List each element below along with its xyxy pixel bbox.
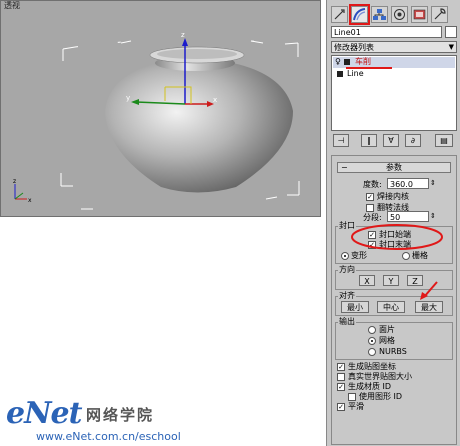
grid-label: 栅格 — [412, 251, 428, 260]
pot-body — [105, 63, 293, 193]
utilities-tab[interactable] — [431, 6, 448, 23]
nurbs-radio[interactable] — [368, 348, 376, 356]
create-tab[interactable] — [331, 6, 348, 23]
svg-text:z: z — [13, 178, 16, 185]
stack-item-line-label: Line — [347, 69, 364, 78]
segments-field[interactable]: 50 — [387, 211, 429, 222]
align-max-annotation-arrow — [420, 281, 438, 300]
command-panel: Line01 修改器列表 ▼ ♀ 车削 Line ⊣ ‖ ∀ ∂ ▤ − 参数 … — [326, 0, 460, 446]
mesh-label: 网格 — [379, 336, 395, 345]
modifier-stack: ♀ 车削 Line — [331, 55, 457, 131]
parameters-rollout-header[interactable]: − 参数 — [337, 162, 451, 173]
display-tab[interactable] — [411, 6, 428, 23]
use-shape-ids-checkbox[interactable] — [348, 393, 356, 401]
grid-radio[interactable] — [402, 252, 410, 260]
motion-icon — [394, 9, 405, 20]
smooth-checkbox[interactable]: ✓ — [337, 403, 345, 411]
degrees-label: 度数: — [363, 180, 382, 189]
remove-modifier-icon[interactable]: ∂ — [405, 134, 421, 147]
watermark-url: www.eNet.com.cn/eschool — [36, 430, 181, 443]
hierarchy-icon — [373, 9, 386, 20]
stack-item-line[interactable]: Line — [333, 69, 455, 80]
make-unique-icon[interactable]: ∀ — [383, 134, 399, 147]
direction-y-button[interactable]: Y — [383, 275, 399, 286]
hierarchy-tab[interactable] — [371, 6, 388, 23]
stack-annotation-underline — [346, 67, 392, 69]
pin-stack-icon[interactable]: ⊣ — [333, 134, 349, 147]
svg-text:z: z — [181, 31, 185, 39]
svg-text:y: y — [126, 94, 130, 102]
flip-normals-checkbox[interactable] — [366, 204, 374, 212]
gen-mapping-checkbox[interactable]: ✓ — [337, 363, 345, 371]
stack-toolbar: ⊣ ‖ ∀ ∂ ▤ — [331, 134, 457, 148]
degrees-spinner-icon[interactable]: ⇕ — [430, 178, 436, 188]
align-min-button[interactable]: 最小 — [341, 301, 369, 313]
enet-logo: eNet — [6, 396, 82, 431]
align-max-button[interactable]: 最大 — [415, 301, 443, 313]
patch-label: 面片 — [379, 325, 395, 334]
modifier-list-dropdown[interactable]: 修改器列表 ▼ — [331, 41, 457, 53]
align-title: 对齐 — [338, 291, 356, 300]
morph-radio[interactable] — [341, 252, 349, 260]
collapse-icon: − — [341, 163, 348, 172]
display-icon — [413, 9, 426, 20]
gen-mat-ids-checkbox[interactable]: ✓ — [337, 383, 345, 391]
morph-label: 变形 — [351, 251, 367, 260]
expand-icon — [344, 59, 350, 65]
degrees-field[interactable]: 360.0 — [387, 178, 429, 189]
enet-school-text: 网络学院 — [86, 406, 155, 424]
perspective-viewport[interactable]: z x y z x 透视 — [0, 0, 321, 217]
svg-text:x: x — [213, 96, 217, 104]
viewport-canvas: z x y z x — [13, 31, 300, 210]
show-end-result-icon[interactable]: ‖ — [361, 134, 377, 147]
align-center-button[interactable]: 中心 — [377, 301, 405, 313]
direction-title: 方向 — [338, 265, 356, 274]
rollout-title: 参数 — [386, 163, 402, 172]
motion-tab[interactable] — [391, 6, 408, 23]
real-world-label: 真实世界贴图大小 — [348, 372, 412, 381]
chevron-down-icon: ▼ — [448, 43, 454, 51]
patch-radio[interactable] — [368, 326, 376, 334]
expand-icon — [337, 71, 343, 77]
capping-annotation-ellipse — [351, 224, 443, 250]
weld-core-checkbox[interactable]: ✓ — [366, 193, 374, 201]
modifier-list-label: 修改器列表 — [334, 43, 374, 52]
lightbulb-icon: ♀ — [335, 57, 341, 66]
weld-core-label: 焊接内核 — [377, 192, 409, 201]
viewport-label[interactable]: 透视 — [4, 0, 20, 11]
nurbs-label: NURBS — [379, 347, 407, 356]
output-title: 输出 — [338, 317, 356, 326]
svg-text:x: x — [28, 197, 32, 204]
use-shape-ids-label: 使用图形 ID — [359, 392, 403, 401]
real-world-checkbox[interactable] — [337, 373, 345, 381]
segments-spinner-icon[interactable]: ⇕ — [430, 211, 436, 221]
stack-item-lathe-label: 车削 — [355, 57, 371, 66]
configure-sets-icon[interactable]: ▤ — [435, 134, 453, 147]
object-name-field[interactable]: Line01 — [331, 26, 442, 38]
create-icon — [334, 9, 345, 20]
direction-x-button[interactable]: X — [359, 275, 375, 286]
smooth-label: 平滑 — [348, 402, 364, 411]
world-axis-tripod: z x — [13, 178, 32, 204]
modify-tab-highlight — [349, 4, 370, 25]
gen-mapping-label: 生成贴图坐标 — [348, 362, 396, 371]
utilities-icon — [434, 8, 446, 20]
object-color-swatch[interactable] — [445, 26, 457, 38]
gen-mat-ids-label: 生成材质 ID — [348, 382, 392, 391]
mesh-radio[interactable] — [368, 337, 376, 345]
